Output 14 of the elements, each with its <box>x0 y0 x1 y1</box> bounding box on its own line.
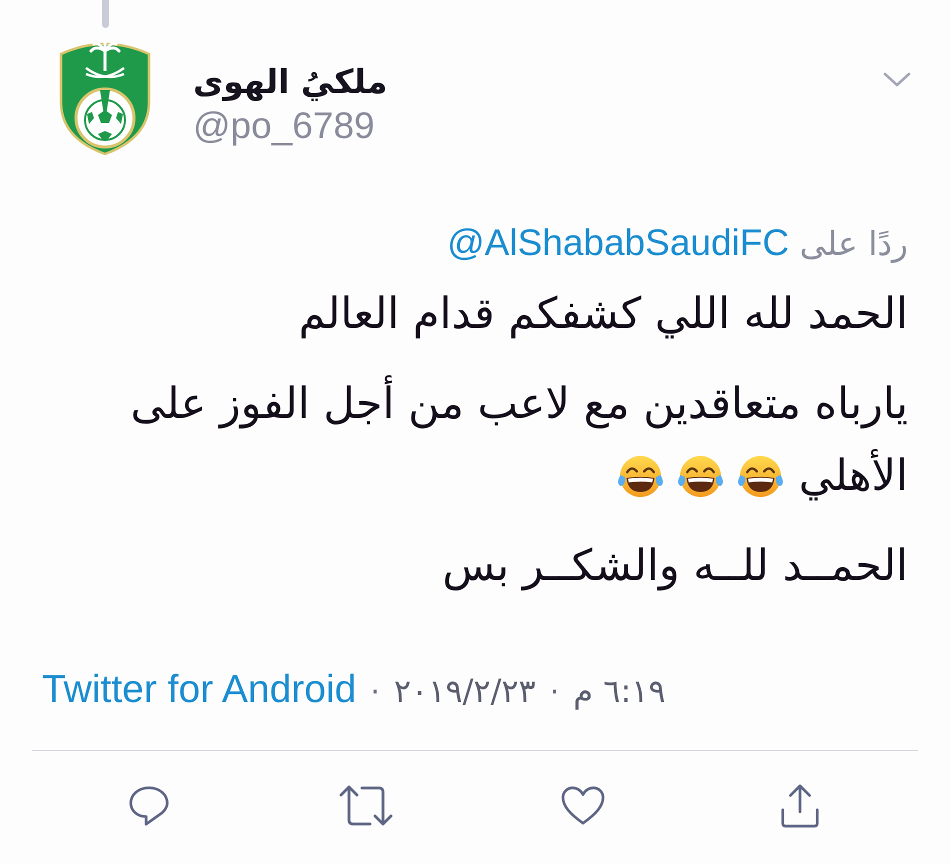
tweet-text-line: الحمــد للــه والشكــر بس <box>442 540 908 593</box>
separator-dot-text: · <box>370 674 380 712</box>
tweet-text-line: الحمد لله اللي كشفكم قدام العالم <box>298 288 908 341</box>
tweet-text-line: الأهلي <box>798 448 908 503</box>
time-text: ٦:١٩ م <box>573 671 666 712</box>
user-handle: @po_6789 <box>193 104 375 148</box>
display-name: ملكيُ الهوى <box>193 61 388 103</box>
mention-link[interactable]: @AlShababSaudiFC <box>447 222 790 263</box>
heart-icon[interactable] <box>560 785 606 827</box>
separator-dot-text: · <box>550 674 560 712</box>
date-text: ٢٠١٩/٢/٢٣ <box>394 671 536 712</box>
tweet-text-line: يارباه متعاقدين مع لاعب من أجل الفوز على <box>130 368 908 440</box>
repeat-arrows-icon[interactable] <box>338 784 394 828</box>
source-link[interactable]: Twitter for Android <box>42 668 356 712</box>
